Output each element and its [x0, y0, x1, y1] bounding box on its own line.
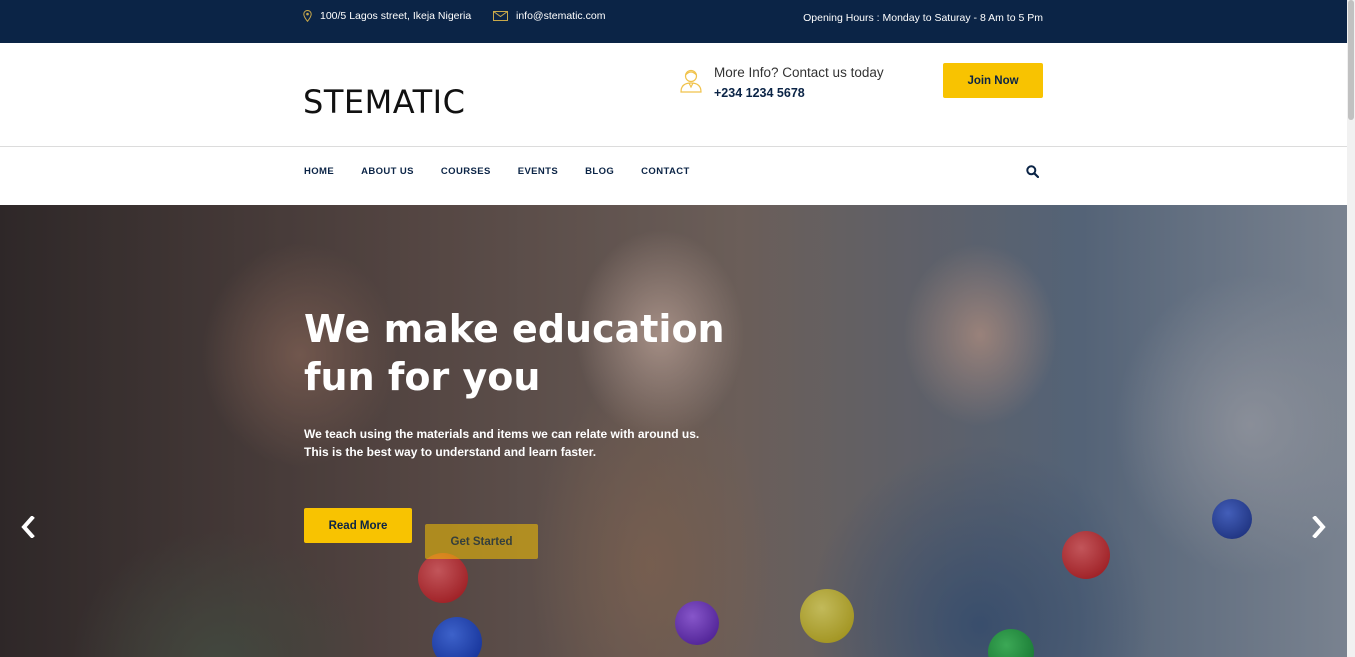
person-icon — [678, 67, 704, 100]
get-started-button[interactable]: Get Started — [425, 524, 538, 559]
hero-heading: We make education fun for you — [304, 307, 725, 399]
page-scrollbar[interactable] — [1347, 0, 1355, 657]
nav-item-blog[interactable]: BLOG — [585, 166, 614, 177]
email-info[interactable]: info@stematic.com — [493, 10, 605, 22]
nav-item-about-us[interactable]: ABOUT US — [361, 166, 414, 177]
opening-hours: Opening Hours : Monday to Saturay - 8 Am… — [803, 12, 1043, 24]
email-link[interactable]: info@stematic.com — [516, 10, 605, 22]
contact-title: More Info? Contact us today — [714, 65, 884, 80]
chevron-right-icon[interactable] — [1308, 515, 1330, 539]
contact-phone[interactable]: +234 1234 5678 — [714, 86, 884, 100]
chevron-left-icon[interactable] — [17, 515, 39, 539]
hero-slider: We make education fun for you We teach u… — [0, 205, 1347, 657]
nav-item-courses[interactable]: COURSES — [441, 166, 491, 177]
map-pin-icon — [303, 10, 312, 22]
address-text: 100/5 Lagos street, Ikeja Nigeria — [320, 10, 472, 22]
nav-item-contact[interactable]: CONTACT — [641, 166, 690, 177]
site-logo[interactable]: STEMATIC — [303, 83, 465, 121]
nav-menu: HOME ABOUT US COURSES EVENTS BLOG CONTAC… — [304, 166, 717, 177]
nav-item-events[interactable]: EVENTS — [518, 166, 558, 177]
site-header: STEMATIC More Info? Contact us today +23… — [0, 43, 1347, 147]
join-now-button[interactable]: Join Now — [943, 63, 1043, 98]
scrollbar-thumb[interactable] — [1348, 0, 1354, 120]
top-bar: 100/5 Lagos street, Ikeja Nigeria info@s… — [0, 0, 1347, 43]
main-nav: HOME ABOUT US COURSES EVENTS BLOG CONTAC… — [0, 148, 1347, 205]
envelope-icon — [493, 11, 508, 21]
hero-subtext: We teach using the materials and items w… — [304, 427, 700, 459]
read-more-button[interactable]: Read More — [304, 508, 412, 543]
address-info: 100/5 Lagos street, Ikeja Nigeria — [303, 10, 471, 22]
search-icon[interactable] — [1026, 165, 1040, 183]
contact-text: More Info? Contact us today +234 1234 56… — [714, 65, 884, 100]
nav-item-home[interactable]: HOME — [304, 166, 334, 177]
contact-block: More Info? Contact us today +234 1234 56… — [678, 65, 884, 100]
